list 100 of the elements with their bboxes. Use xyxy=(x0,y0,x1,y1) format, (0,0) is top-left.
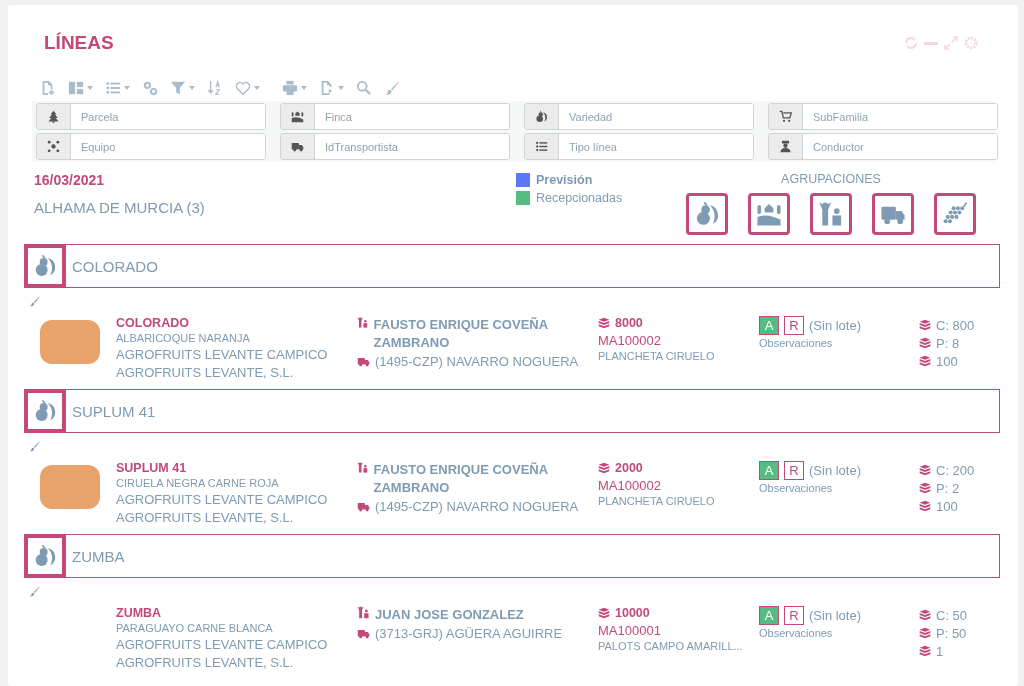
grouping-button[interactable] xyxy=(810,193,852,235)
caret-icon xyxy=(301,86,307,90)
refresh-icon[interactable] xyxy=(904,36,918,50)
status-toggle[interactable]: A xyxy=(759,316,779,335)
caret-icon xyxy=(338,86,344,90)
heart-icon xyxy=(235,80,251,96)
brush-button[interactable] xyxy=(384,80,400,96)
tree-icon xyxy=(47,110,60,123)
box-icon xyxy=(598,462,610,474)
groupings-label: AGRUPACIONES xyxy=(781,172,881,186)
filter-field[interactable]: Tipo línea xyxy=(524,133,754,160)
sort-button[interactable] xyxy=(207,80,223,96)
notes-link[interactable]: Observaciones xyxy=(759,337,919,349)
product-name: ALBARICOQUE NARANJA xyxy=(116,332,251,344)
count-label: P: 8 xyxy=(936,335,960,351)
filter-button[interactable] xyxy=(170,80,195,96)
filter-field[interactable]: IdTransportista xyxy=(280,133,510,160)
legend-label: Previsión xyxy=(536,173,593,187)
export-button[interactable] xyxy=(319,80,344,96)
grouping-button[interactable] xyxy=(686,193,728,235)
fruit-icon xyxy=(33,254,57,278)
box-icon xyxy=(919,500,931,512)
box-icon xyxy=(919,645,931,657)
count-label: P: 50 xyxy=(936,625,967,641)
truck-icon xyxy=(291,140,304,153)
layout-button[interactable] xyxy=(68,80,93,96)
notes-link[interactable]: Observaciones xyxy=(759,482,919,494)
filter-field[interactable]: Parcela xyxy=(36,103,266,130)
caret-icon xyxy=(254,86,260,90)
count-label: 1 xyxy=(936,643,944,659)
count-label: 100 xyxy=(936,353,958,369)
sort-icon xyxy=(207,80,223,96)
box-icon xyxy=(919,609,931,621)
count-label: P: 2 xyxy=(936,480,960,496)
count-label: 100 xyxy=(936,498,958,514)
brush-icon xyxy=(29,586,40,597)
box-icon xyxy=(919,337,931,349)
lot-code: MA100002 xyxy=(598,333,662,348)
gears-icon xyxy=(142,80,158,96)
status-toggle[interactable]: R xyxy=(784,316,804,335)
grouping-button[interactable] xyxy=(748,193,790,235)
filter-field[interactable]: Finca xyxy=(280,103,510,130)
people-icon xyxy=(357,461,369,474)
fruit-icon xyxy=(33,399,57,423)
list-icon xyxy=(105,80,121,96)
new-document-button[interactable] xyxy=(40,80,56,96)
legend-label: Recepcionadas xyxy=(536,191,623,205)
filter-field[interactable]: Equipo xyxy=(36,133,266,160)
variety-name: ZUMBA xyxy=(116,606,163,620)
search-button[interactable] xyxy=(356,80,372,96)
company-legal-name: AGROFRUITS LEVANTE, S.L. xyxy=(116,655,295,670)
notes-link[interactable]: Observaciones xyxy=(759,627,919,639)
driver-icon xyxy=(779,140,792,153)
box-icon xyxy=(919,355,931,367)
group-header[interactable]: COLORADO xyxy=(24,244,1000,288)
filter-field[interactable]: Variedad xyxy=(524,103,754,130)
lot-code: MA100002 xyxy=(598,478,662,493)
brush-icon xyxy=(384,80,400,96)
group-name: ZUMBA xyxy=(72,547,125,565)
new-document-icon xyxy=(40,80,56,96)
cart-icon xyxy=(779,110,792,123)
group-header[interactable]: SUPLUM 41 xyxy=(24,389,1000,433)
status-toggle[interactable]: A xyxy=(759,606,779,625)
transport-label: (3713-GRJ) AGÜERA AGUIRRE xyxy=(375,626,563,641)
status-toggle[interactable]: R xyxy=(784,606,804,625)
group-header[interactable]: ZUMBA xyxy=(24,534,1000,578)
brush-icon xyxy=(29,441,40,452)
status-toggle[interactable]: R xyxy=(784,461,804,480)
box-icon xyxy=(919,482,931,494)
filter-field[interactable]: SubFamilia xyxy=(768,103,998,130)
gears-button[interactable] xyxy=(142,80,158,96)
supplier-name: FAUSTO ENRIQUE COVEÑA ZAMBRANO xyxy=(373,461,549,497)
quantity-label: 10000 xyxy=(615,606,650,620)
expand-icon[interactable] xyxy=(944,36,958,50)
team-icon xyxy=(47,140,60,153)
group-name: SUPLUM 41 xyxy=(72,402,156,420)
lot-label: (Sin lote) xyxy=(809,608,862,623)
settings-icon[interactable] xyxy=(964,36,978,50)
heart-button[interactable] xyxy=(235,80,260,96)
variety-name: COLORADO xyxy=(116,316,190,330)
status-toggle[interactable]: A xyxy=(759,461,779,480)
container-label: PLANCHETA CIRUELO xyxy=(598,495,716,507)
fruit-icon xyxy=(535,110,548,123)
brush-icon xyxy=(29,296,40,307)
location-label: ALHAMA DE MURCIA (3) xyxy=(34,199,206,216)
caret-icon xyxy=(87,86,93,90)
count-label: C: 200 xyxy=(936,462,975,478)
lot-label: (Sin lote) xyxy=(809,318,862,333)
box-icon xyxy=(598,607,610,619)
grouping-button[interactable] xyxy=(872,193,914,235)
printer-button[interactable] xyxy=(282,80,307,96)
list-button[interactable] xyxy=(105,80,130,96)
list-icon xyxy=(535,140,548,153)
company-legal-name: AGROFRUITS LEVANTE, S.L. xyxy=(116,365,295,380)
search-icon xyxy=(356,80,372,96)
people-icon xyxy=(357,316,369,329)
grouping-button[interactable] xyxy=(934,193,976,235)
filter-icon xyxy=(170,80,186,96)
filter-field[interactable]: Conductor xyxy=(768,133,998,160)
count-label: C: 50 xyxy=(936,607,968,623)
